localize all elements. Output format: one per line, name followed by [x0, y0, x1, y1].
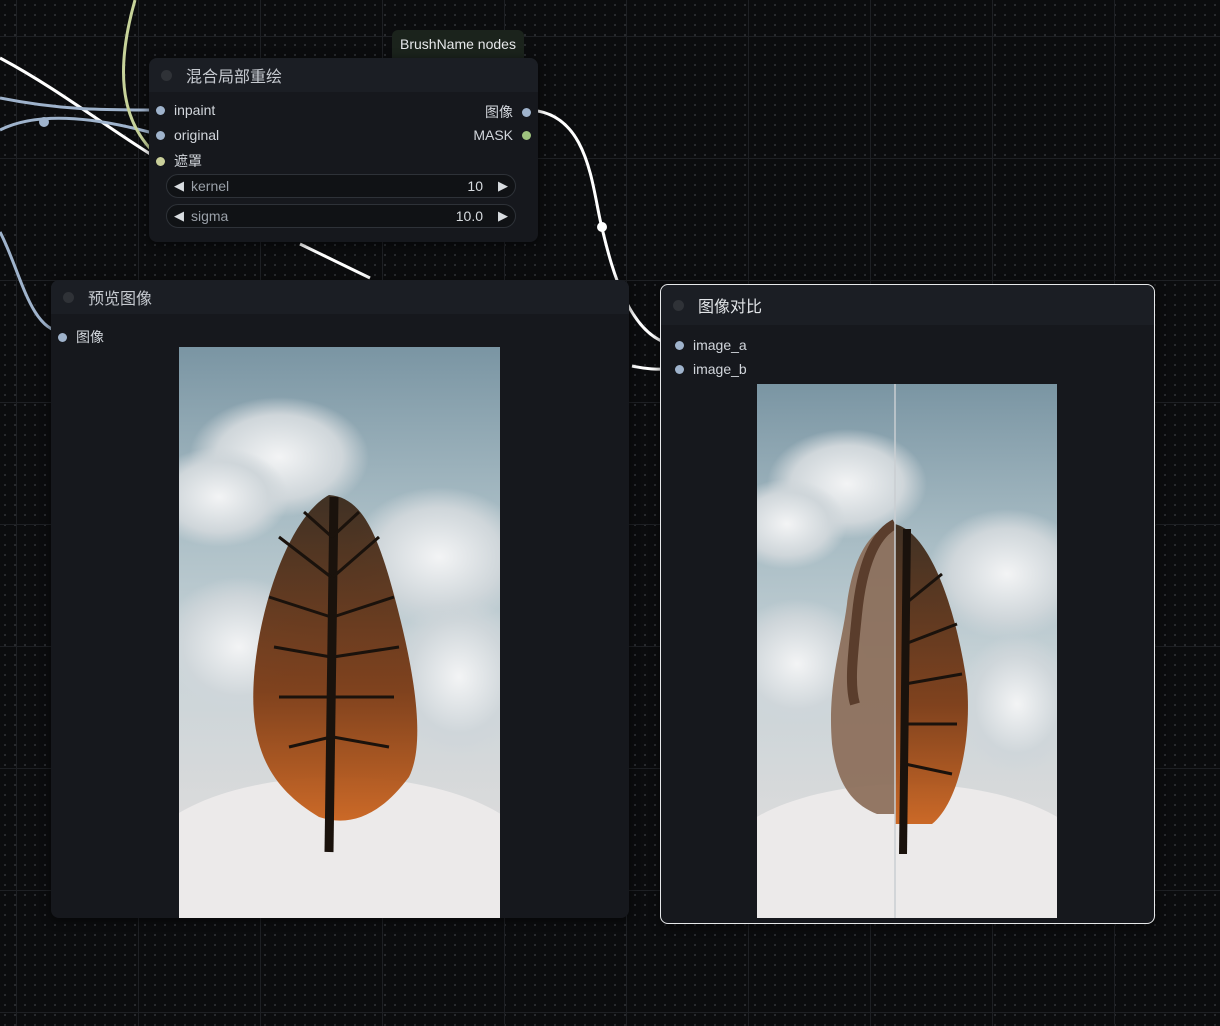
- slot-label: image_a: [693, 337, 747, 353]
- input-slot-original[interactable]: original: [156, 127, 219, 143]
- slot-label: inpaint: [174, 102, 216, 118]
- mask-socket-icon[interactable]: [522, 130, 531, 140]
- widget-label: kernel: [191, 178, 230, 194]
- collapse-dot-icon[interactable]: [673, 299, 684, 311]
- increment-arrow-icon[interactable]: ▶: [491, 208, 515, 224]
- widget-value[interactable]: 10: [467, 178, 483, 194]
- widget-value[interactable]: 10.0: [456, 208, 483, 224]
- image-socket-icon[interactable]: [675, 364, 684, 374]
- input-slot-image-a[interactable]: image_a: [675, 337, 747, 353]
- input-slot-image[interactable]: 图像: [58, 327, 104, 347]
- slot-label: MASK: [473, 127, 513, 143]
- node-title: 预览图像: [88, 291, 153, 308]
- decrement-arrow-icon[interactable]: ◀: [167, 178, 191, 194]
- slot-label: 图像: [76, 329, 104, 345]
- link-reroute-dot: [39, 117, 49, 127]
- input-slot-inpaint[interactable]: inpaint: [156, 102, 215, 118]
- input-slot-image-b[interactable]: image_b: [675, 361, 747, 377]
- node-title-bar[interactable]: 图像对比: [661, 285, 1154, 325]
- slot-label: original: [174, 127, 220, 143]
- kernel-number-widget[interactable]: ◀ kernel 10 ▶: [166, 174, 516, 198]
- widget-label: sigma: [191, 208, 229, 224]
- sigma-number-widget[interactable]: ◀ sigma 10.0 ▶: [166, 204, 516, 228]
- node-badge: BrushName nodes: [392, 30, 524, 58]
- mask-socket-icon[interactable]: [156, 156, 165, 166]
- preview-image-node[interactable]: 预览图像 图像: [51, 280, 629, 918]
- collapse-dot-icon[interactable]: [63, 291, 74, 303]
- image-socket-icon[interactable]: [522, 107, 531, 117]
- input-slot-mask[interactable]: 遮罩: [156, 151, 202, 171]
- slot-label: 图像: [485, 104, 513, 120]
- tree-clouds-image: [179, 397, 500, 918]
- output-slot-image[interactable]: 图像: [485, 102, 531, 122]
- collapse-dot-icon[interactable]: [161, 69, 172, 81]
- image-socket-icon[interactable]: [675, 340, 684, 350]
- node-title: 混合局部重绘: [186, 69, 283, 86]
- slot-label: 遮罩: [174, 153, 202, 169]
- image-socket-icon[interactable]: [156, 130, 165, 140]
- comparison-image[interactable]: [757, 384, 1057, 918]
- link-white-top: [0, 56, 161, 162]
- node-title-bar[interactable]: 混合局部重绘: [149, 58, 538, 92]
- link-image-inpaint: [0, 96, 161, 112]
- output-slot-mask[interactable]: MASK: [473, 127, 531, 143]
- link-image-original: [0, 116, 161, 137]
- image-socket-icon[interactable]: [58, 332, 67, 342]
- preview-image: [179, 347, 500, 918]
- slot-label: image_b: [693, 361, 747, 377]
- link-white-diagonal: [299, 242, 371, 280]
- increment-arrow-icon[interactable]: ▶: [491, 178, 515, 194]
- image-socket-icon[interactable]: [156, 105, 165, 115]
- node-title: 图像对比: [698, 299, 763, 316]
- split-comparison-image: [757, 384, 1057, 918]
- node-title-bar[interactable]: 预览图像: [51, 280, 629, 314]
- blend-inpaint-node[interactable]: 混合局部重绘 inpaint original 遮罩 图像 MASK ◀ ker…: [149, 58, 538, 242]
- link-midpoint-dot: [597, 222, 607, 232]
- image-compare-node[interactable]: 图像对比 image_a image_b: [660, 284, 1155, 924]
- decrement-arrow-icon[interactable]: ◀: [167, 208, 191, 224]
- badge-label: BrushName nodes: [400, 36, 516, 52]
